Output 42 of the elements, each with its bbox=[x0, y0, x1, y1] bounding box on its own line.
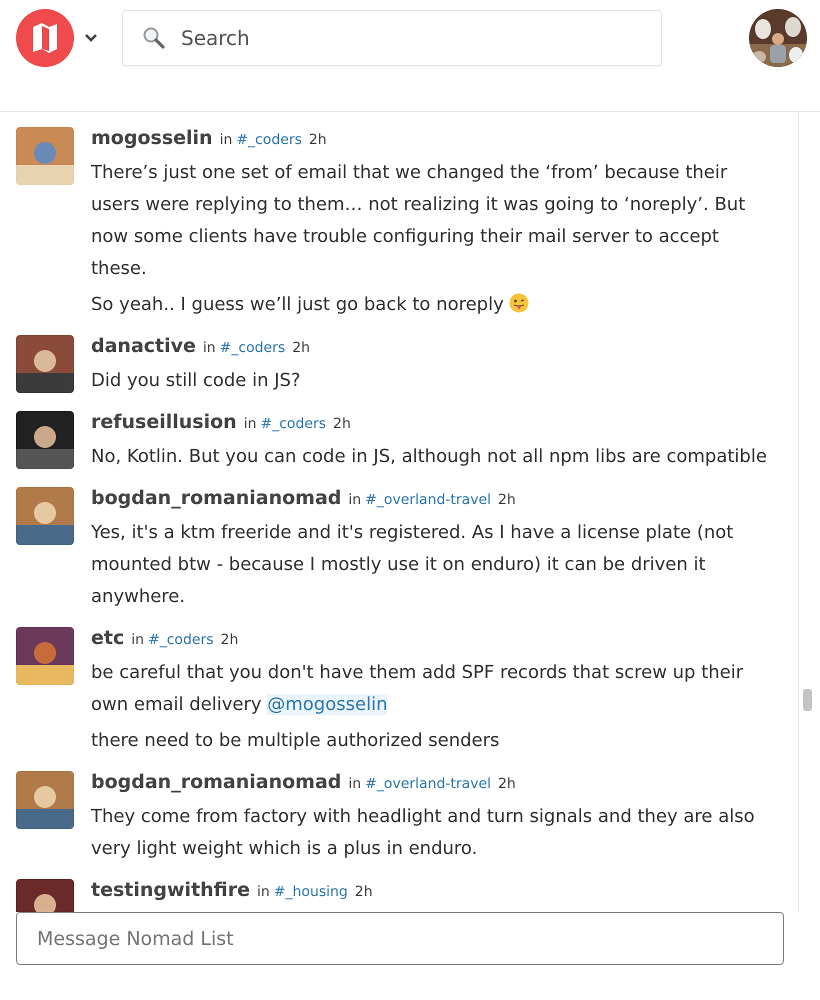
in-label: in bbox=[202, 340, 216, 356]
channel-link[interactable]: #_overland-travel bbox=[365, 492, 492, 508]
timestamp: 2h bbox=[498, 776, 516, 792]
username[interactable]: refuseillusion bbox=[91, 411, 237, 433]
timestamp: 2h bbox=[220, 632, 238, 648]
timestamp: 2h bbox=[292, 340, 310, 356]
message-text: there need to be multiple authorized senders bbox=[91, 729, 500, 753]
message-text: Yes, it's a ktm freeride and it's registered. As I have a license plate (not mounted btw - because I mostly use it on enduro) it can be driven it anywhere. bbox=[91, 521, 734, 609]
in-label: in bbox=[348, 492, 362, 508]
timestamp: 2h bbox=[333, 416, 351, 432]
channel-link[interactable]: #_coders bbox=[260, 416, 326, 432]
channel-link[interactable]: #_overland-travel bbox=[365, 776, 492, 792]
channel-link[interactable]: #_coders bbox=[236, 132, 302, 148]
message-text: Did you still code in JS? bbox=[91, 369, 302, 393]
message-text: There’s just one set of email that we changed the ‘from’ because their users were replying to them… not realizing it was going to ‘noreply’. But now some clients have trouble configuring their mail server to accept these. bbox=[91, 161, 746, 281]
scroll-thumb[interactable] bbox=[803, 689, 812, 711]
timestamp: 2h bbox=[354, 884, 373, 900]
username[interactable]: etc bbox=[91, 627, 124, 649]
message-field[interactable]: Message Nomad List bbox=[16, 912, 784, 965]
message-text: No, Kotlin. But you can code in JS, although not all npm libs are compatible bbox=[91, 445, 768, 469]
search-field[interactable]: Search bbox=[122, 10, 662, 66]
caret-icon[interactable] bbox=[84, 32, 98, 42]
username[interactable]: bogdan_romanianomad bbox=[91, 487, 342, 509]
message-text: They come from factory with headlight and turn signals and they are also very light weight which is a plus in enduro. bbox=[91, 805, 756, 861]
message-text: be careful that you don't have them add SPF records that screw up their own email delivery @mogosselin bbox=[91, 661, 744, 717]
channel-link[interactable]: #_coders bbox=[148, 632, 214, 648]
in-label: in bbox=[244, 416, 256, 432]
in-label: in bbox=[257, 884, 270, 900]
in-label: in bbox=[220, 132, 232, 148]
message-text: So yeah.. I guess we’ll just go back to noreply bbox=[91, 289, 778, 321]
channel-link[interactable]: #_housing bbox=[274, 884, 348, 900]
username[interactable]: bogdan_romanianomad bbox=[91, 771, 342, 793]
username[interactable]: testingwithfire bbox=[91, 879, 250, 901]
mention-link[interactable]: @mogosselin bbox=[267, 694, 388, 715]
in-label: in bbox=[348, 776, 362, 792]
username[interactable]: mogosselin bbox=[91, 127, 213, 149]
timestamp: 2h bbox=[498, 492, 516, 508]
timestamp: 2h bbox=[308, 132, 327, 148]
in-label: in bbox=[131, 632, 144, 648]
channel-link[interactable]: #_coders bbox=[220, 340, 286, 356]
username[interactable]: danactive bbox=[91, 335, 196, 357]
map-logo-icon[interactable] bbox=[16, 8, 74, 66]
